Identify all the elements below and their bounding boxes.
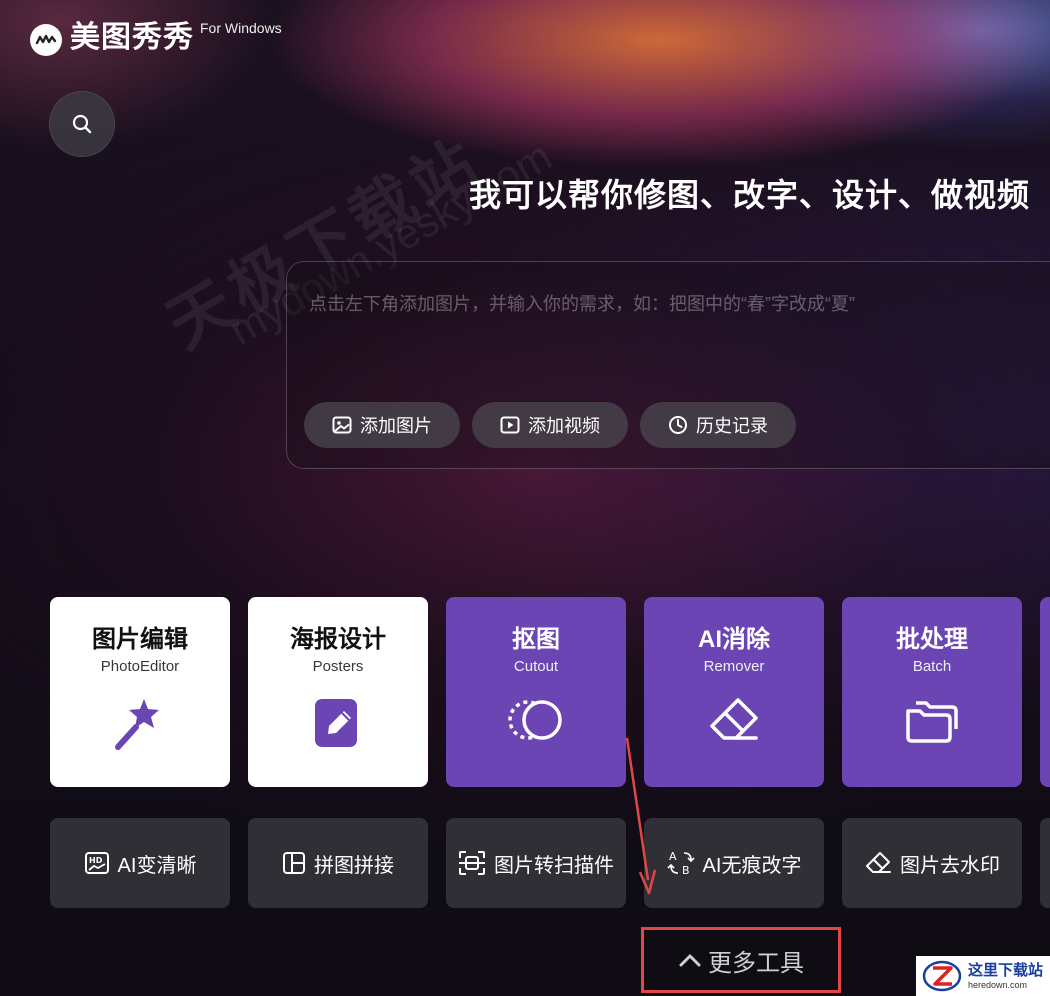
hd-image-icon: HD [84, 851, 110, 875]
add-video-label: 添加视频 [528, 416, 600, 436]
edit-document-icon [248, 695, 428, 751]
quick-tool-scan[interactable]: 图片转扫描件 [446, 818, 626, 908]
tool-card-title: 图片编辑 [92, 626, 188, 653]
tool-card-cutout[interactable]: 抠图 Cutout [446, 597, 626, 787]
search-icon [72, 114, 92, 134]
quick-tool-watermark-remove[interactable]: 图片去水印 [842, 818, 1022, 908]
quick-tool-collage[interactable]: 拼图拼接 [248, 818, 428, 908]
app-logo: 美图秀秀 For Windows [30, 18, 282, 58]
tool-card-partial[interactable] [1040, 597, 1050, 787]
svg-text:A: A [669, 850, 677, 863]
eraser-icon [644, 695, 824, 745]
tool-card-subtitle: PhotoEditor [100, 658, 180, 675]
tool-card-posters[interactable]: 海报设计 Posters [248, 597, 428, 787]
tool-card-title: 海报设计 [290, 626, 386, 653]
quick-tool-label: 图片去水印 [900, 854, 1000, 877]
tool-card-remover[interactable]: AI消除 Remover [644, 597, 824, 787]
add-image-button[interactable]: 添加图片 [304, 402, 460, 448]
site-logo-icon [922, 960, 962, 992]
tool-card-photo-editor[interactable]: 图片编辑 PhotoEditor [50, 597, 230, 787]
more-tools-button[interactable]: 更多工具 [641, 927, 841, 993]
quick-tool-label: 图片转扫描件 [494, 854, 614, 877]
cutout-circle-icon [446, 695, 626, 745]
clock-icon [668, 415, 688, 435]
tool-card-subtitle: Batch [912, 658, 952, 675]
page-headline: 我可以帮你修图、改字、设计、做视频 [468, 177, 1030, 213]
prompt-input[interactable]: 点击左下角添加图片，并输入你的需求，如：把图中的“春”字改成“夏” 添加图片 添… [286, 261, 1050, 469]
quick-tool-ai-sharpen[interactable]: HD AI变清晰 [50, 818, 230, 908]
image-icon [332, 416, 352, 434]
tool-card-subtitle: Posters [312, 658, 364, 675]
add-image-label: 添加图片 [360, 416, 432, 436]
tool-card-title: AI消除 [698, 626, 770, 653]
history-button[interactable]: 历史记录 [640, 402, 796, 448]
tool-card-title: 抠图 [512, 626, 560, 653]
text-replace-icon: AB [666, 849, 695, 877]
history-label: 历史记录 [696, 416, 768, 436]
site-badge-subtitle: heredown.com [968, 979, 1028, 990]
quick-tool-text-replace[interactable]: AB AI无痕改字 [644, 818, 824, 908]
quick-tool-label: 拼图拼接 [314, 854, 394, 877]
svg-text:B: B [682, 864, 690, 877]
prompt-actions: 添加图片 添加视频 历史记录 [304, 402, 796, 448]
site-badge-title: 这里下载站 [968, 960, 1044, 979]
scan-icon [458, 850, 486, 876]
collage-icon [282, 851, 306, 875]
tool-card-subtitle: Cutout [513, 658, 559, 675]
app-name-suffix: For Windows [200, 20, 282, 36]
quick-tools: HD AI变清晰 拼图拼接 图片转扫描件 AB AI无痕改字 图片去水印 [50, 818, 1050, 908]
eraser-icon [864, 851, 892, 875]
svg-text:HD: HD [89, 856, 103, 865]
quick-tool-label: AI无痕改字 [702, 854, 802, 877]
tool-card-title: 批处理 [896, 626, 968, 653]
magic-wand-icon [50, 695, 230, 755]
tool-card-batch[interactable]: 批处理 Batch [842, 597, 1022, 787]
add-video-button[interactable]: 添加视频 [472, 402, 628, 448]
folders-icon [842, 695, 1022, 745]
quick-tool-label: AI变清晰 [117, 854, 197, 877]
prompt-placeholder: 点击左下角添加图片，并输入你的需求，如：把图中的“春”字改成“夏” [309, 294, 855, 314]
video-icon [500, 416, 520, 434]
app-name: 美图秀秀 [70, 21, 194, 54]
site-badge: 这里下载站 heredown.com [916, 956, 1050, 996]
meitu-logo-icon [30, 24, 62, 56]
more-tools-label: 更多工具 [708, 949, 804, 977]
tool-cards: 图片编辑 PhotoEditor 海报设计 Posters 抠图 Cutout … [50, 597, 1050, 787]
chevron-up-icon [678, 952, 702, 968]
search-button[interactable] [49, 91, 115, 157]
tool-card-subtitle: Remover [703, 658, 765, 675]
quick-tool-partial[interactable] [1040, 818, 1050, 908]
